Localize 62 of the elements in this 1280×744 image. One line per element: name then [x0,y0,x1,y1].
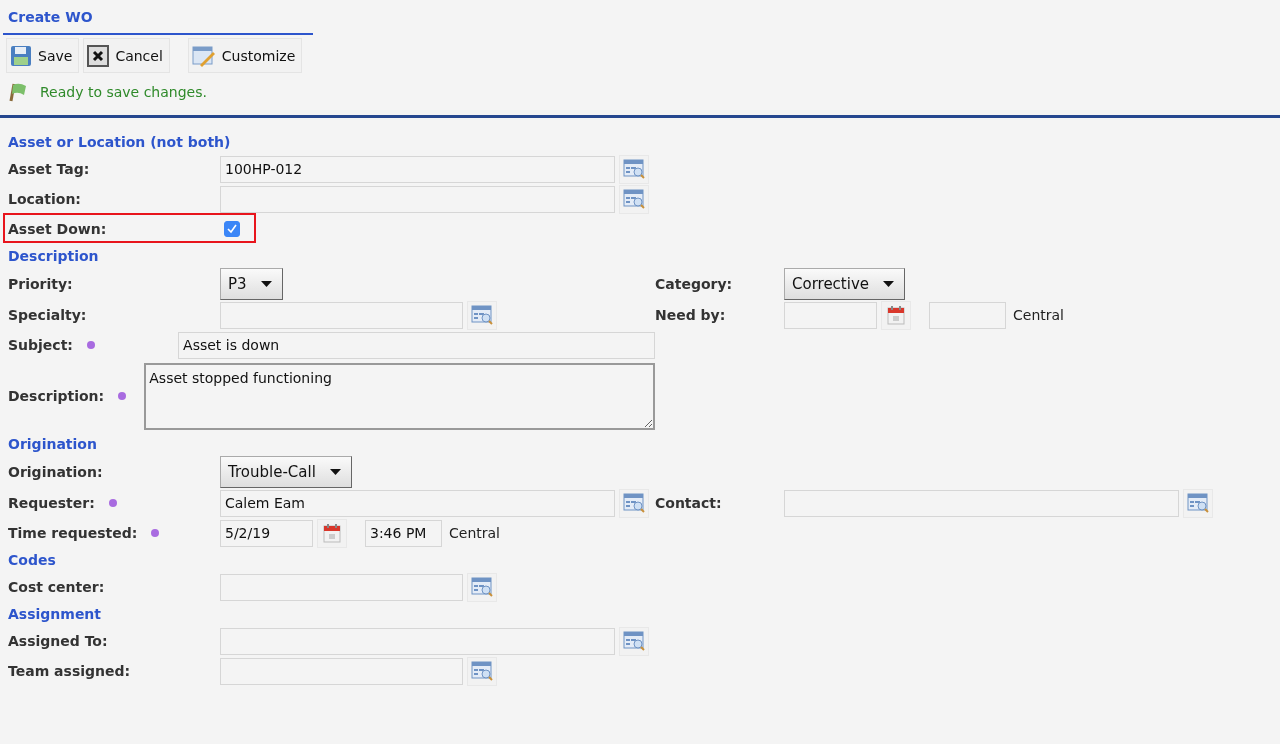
toolbar-button[interactable]: Cancel [83,38,170,73]
lookup-icon[interactable] [619,488,649,518]
pencil-window-icon [191,44,216,67]
field-label: Cost center: [8,579,105,595]
section-title: Codes [8,551,57,570]
lookup-icon[interactable] [619,626,649,656]
flag-icon [8,82,28,102]
input-field[interactable] [220,657,463,685]
calendar-icon[interactable] [881,300,911,330]
dropdown[interactable]: Corrective [784,268,906,300]
toolbar-button[interactable]: Save [6,38,80,73]
status-message: Ready to save changes. [40,84,207,100]
field-label: Category: [655,276,733,292]
field-label: Team assigned: [8,663,131,679]
input-field[interactable]: Calem Eam [220,489,615,517]
field-label: Description: [8,388,105,404]
field-label: Location: [8,191,81,207]
section-title: Assignment [8,605,103,624]
input-field[interactable] [220,185,615,213]
dropdown[interactable]: Trouble-Call [220,456,352,488]
caret-icon [883,281,895,287]
time-zone: Central [449,525,500,541]
dropdown[interactable]: P3 [220,268,283,300]
time-field[interactable] [929,301,1006,329]
time-field[interactable]: 3:46 PM [365,519,442,547]
lookup-icon[interactable] [1183,488,1213,518]
input-field[interactable] [784,489,1179,517]
field-label: Requester: [8,495,95,511]
lookup-icon[interactable] [467,656,497,686]
lookup-icon[interactable] [467,300,497,330]
lookup-icon[interactable] [619,184,649,214]
checkbox[interactable] [224,221,240,237]
toolbar-button[interactable]: Customize [187,38,303,73]
field-label: Subject: [8,337,73,353]
section-title: Origination [8,435,98,454]
field-label: Asset Down: [8,221,107,237]
date-field[interactable] [784,301,877,329]
section-title: Asset or Location (not both) [8,133,232,152]
field-label: Need by: [655,307,726,323]
field-label: Origination: [8,464,103,480]
lookup-icon[interactable] [619,154,649,184]
input-field[interactable] [220,573,463,601]
time-zone: Central [1013,307,1064,323]
calendar-icon[interactable] [317,518,347,548]
caret-icon [260,281,272,287]
field-label: Time requested: [8,525,138,541]
input-field[interactable]: Asset is down [178,331,655,359]
section-title: Description [8,247,100,266]
field-label: Contact: [655,495,722,511]
field-label: Assigned To: [8,633,108,649]
input-field[interactable] [220,627,615,655]
field-label: Specialty: [8,307,87,323]
caret-icon [329,469,341,475]
text-area[interactable]: Asset stopped functioning [144,362,655,430]
close-icon [87,44,110,67]
date-field[interactable]: 5/2/19 [220,519,313,547]
input-field[interactable]: 100HP-012 [220,155,615,183]
lookup-icon[interactable] [467,572,497,602]
field-label: Asset Tag: [8,161,90,177]
page-title: Create WO [8,9,93,25]
input-field[interactable] [220,301,463,329]
field-label: Priority: [8,276,73,292]
